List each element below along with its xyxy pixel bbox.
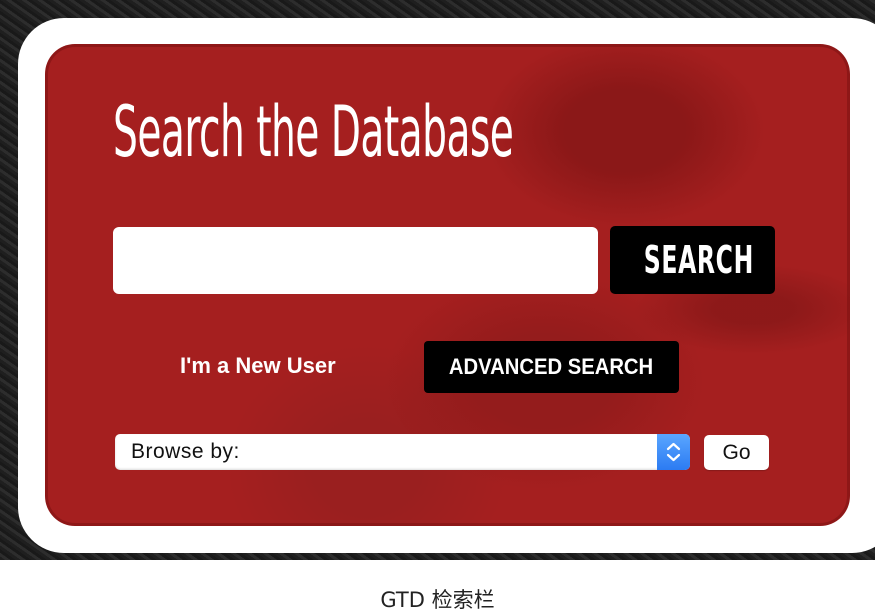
search-button-label: SEARCH [643, 238, 754, 282]
go-button[interactable]: Go [704, 435, 769, 470]
chevron-up-down-icon [666, 442, 681, 462]
search-input[interactable] [113, 227, 598, 294]
advanced-search-label: ADVANCED SEARCH [449, 354, 654, 379]
browse-by-select[interactable]: Browse by: [115, 434, 690, 470]
select-stepper[interactable] [657, 434, 690, 470]
browse-by-selected-value: Browse by: [131, 440, 240, 463]
panel-title: Search the Database [113, 91, 514, 173]
search-button[interactable]: SEARCH [610, 226, 775, 294]
advanced-search-button[interactable]: ADVANCED SEARCH [424, 341, 679, 393]
new-user-link[interactable]: I'm a New User [180, 353, 336, 379]
